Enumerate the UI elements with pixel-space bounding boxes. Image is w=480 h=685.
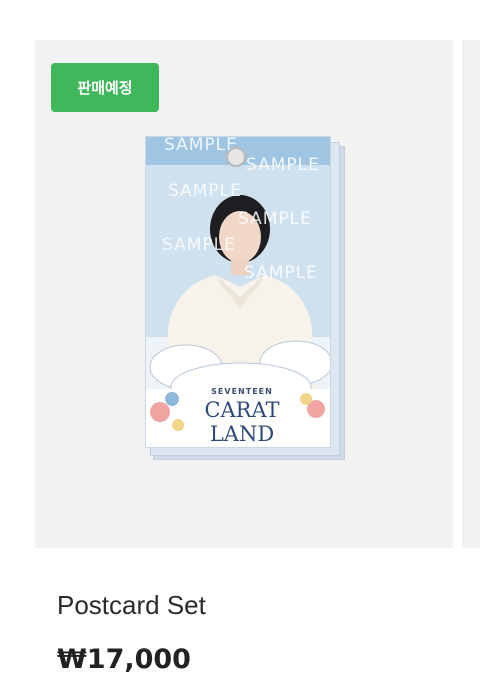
- logo-main-text: CARAT LAND: [204, 398, 280, 446]
- punch-hole-icon: [226, 147, 246, 167]
- watermark-text: SAMPLE: [244, 263, 318, 283]
- next-product-card-edge[interactable]: [462, 40, 480, 548]
- status-badge: 판매예정: [51, 63, 159, 112]
- product-title[interactable]: Postcard Set: [57, 590, 206, 621]
- product-price: ₩17,000: [57, 644, 191, 675]
- watermark-text: SAMPLE: [168, 181, 242, 201]
- postcard-front: SAMPLE SAMPLE SAMPLE SAMPLE SAMPLE SAMPL…: [145, 136, 331, 448]
- carat-land-logo: SEVENTEEN CARAT LAND: [172, 387, 312, 446]
- watermark-text: SAMPLE: [162, 235, 236, 255]
- product-image[interactable]: SAMPLE SAMPLE SAMPLE SAMPLE SAMPLE SAMPL…: [145, 136, 345, 460]
- logo-top-text: SEVENTEEN: [211, 387, 273, 396]
- watermark-text: SAMPLE: [246, 155, 320, 175]
- watermark-text: SAMPLE: [238, 209, 312, 229]
